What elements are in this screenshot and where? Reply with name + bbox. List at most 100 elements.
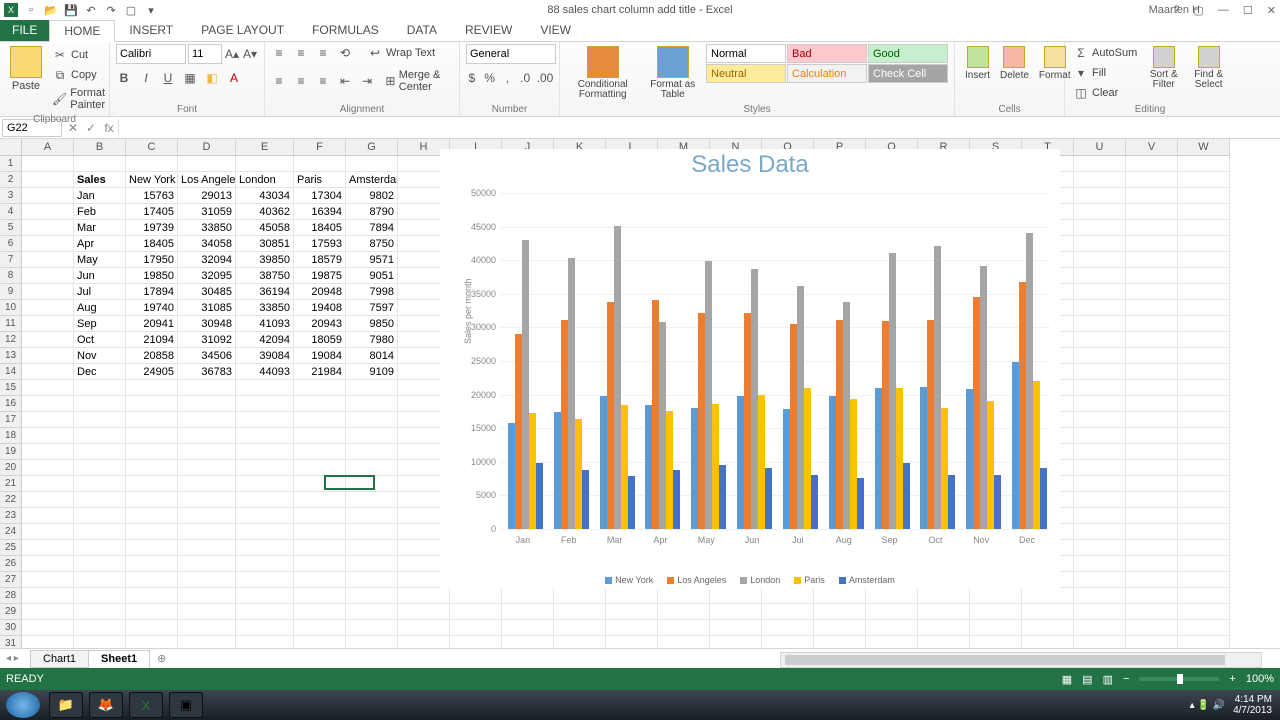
cell[interactable] [814, 588, 866, 604]
cell[interactable]: 9571 [346, 252, 398, 268]
row-header[interactable]: 19 [0, 444, 22, 460]
cell[interactable] [1178, 604, 1230, 620]
cell[interactable] [126, 604, 178, 620]
cell[interactable] [1022, 636, 1074, 648]
cell[interactable] [236, 156, 294, 172]
bar[interactable] [1026, 233, 1033, 529]
cell[interactable] [236, 588, 294, 604]
cell[interactable] [1178, 364, 1230, 380]
chart-title[interactable]: Sales Data [440, 151, 1060, 179]
cell[interactable] [1074, 284, 1126, 300]
undo-icon[interactable]: ↶ [84, 3, 98, 17]
cell[interactable] [22, 428, 74, 444]
cell[interactable] [236, 380, 294, 396]
cell[interactable] [1126, 204, 1178, 220]
bar[interactable] [857, 478, 864, 529]
cell[interactable]: 17593 [294, 236, 346, 252]
cell[interactable]: 17894 [126, 284, 178, 300]
inc-decimal-icon[interactable]: .0 [519, 70, 531, 86]
cell[interactable] [1126, 540, 1178, 556]
cell[interactable] [1178, 380, 1230, 396]
zoom-level[interactable]: 100% [1246, 673, 1274, 685]
bar[interactable] [719, 465, 726, 529]
cell[interactable] [126, 556, 178, 572]
fill-button[interactable]: ▾Fill [1071, 64, 1139, 82]
cell[interactable] [1126, 380, 1178, 396]
cell[interactable] [346, 428, 398, 444]
cell[interactable] [22, 412, 74, 428]
cell[interactable] [554, 620, 606, 636]
cell[interactable]: 32094 [178, 252, 236, 268]
cell[interactable] [1178, 412, 1230, 428]
cell[interactable] [502, 604, 554, 620]
bar[interactable] [836, 320, 843, 529]
cell[interactable] [710, 636, 762, 648]
cell[interactable] [1126, 572, 1178, 588]
cell[interactable] [178, 556, 236, 572]
cell[interactable]: 8014 [346, 348, 398, 364]
align-center-icon[interactable]: ≡ [293, 73, 309, 89]
cell[interactable] [1178, 300, 1230, 316]
cell[interactable]: 17405 [126, 204, 178, 220]
legend-item[interactable]: Los Angeles [667, 575, 726, 585]
indent-dec-icon[interactable]: ⇤ [337, 73, 353, 89]
cell[interactable] [658, 636, 710, 648]
touch-mode-icon[interactable]: ▢ [124, 3, 138, 17]
cell[interactable] [346, 396, 398, 412]
cell[interactable] [178, 572, 236, 588]
bar[interactable] [804, 388, 811, 529]
bar[interactable] [712, 404, 719, 529]
bar[interactable] [980, 266, 987, 529]
cell[interactable] [1178, 476, 1230, 492]
row-header[interactable]: 1 [0, 156, 22, 172]
cell[interactable] [236, 460, 294, 476]
cell[interactable] [450, 636, 502, 648]
cell[interactable] [1074, 236, 1126, 252]
select-all-corner[interactable] [0, 139, 22, 156]
cell[interactable]: Mar [74, 220, 126, 236]
bar[interactable] [536, 463, 543, 529]
bar[interactable] [850, 399, 857, 529]
cell[interactable] [866, 636, 918, 648]
column-header[interactable]: G [346, 139, 398, 156]
cell[interactable] [1178, 492, 1230, 508]
row-header[interactable]: 13 [0, 348, 22, 364]
style-good[interactable]: Good [868, 44, 948, 63]
bar[interactable] [829, 396, 836, 529]
autosum-button[interactable]: ΣAutoSum [1071, 44, 1139, 62]
cell[interactable]: Jun [74, 268, 126, 284]
cell[interactable] [74, 524, 126, 540]
cell[interactable] [236, 540, 294, 556]
cell[interactable] [398, 604, 450, 620]
font-size-input[interactable] [188, 44, 222, 64]
row-header[interactable]: 9 [0, 284, 22, 300]
cell[interactable] [22, 252, 74, 268]
cell[interactable] [814, 636, 866, 648]
cell[interactable]: Nov [74, 348, 126, 364]
cell[interactable] [178, 620, 236, 636]
cell[interactable]: 15763 [126, 188, 178, 204]
bar[interactable] [737, 396, 744, 529]
cell[interactable] [178, 476, 236, 492]
cell[interactable] [22, 172, 74, 188]
paste-button[interactable]: Paste [6, 44, 46, 112]
cell[interactable] [1074, 316, 1126, 332]
cut-button[interactable]: ✂Cut [50, 46, 108, 64]
cell[interactable] [346, 380, 398, 396]
column-header[interactable]: U [1074, 139, 1126, 156]
cell[interactable] [1074, 412, 1126, 428]
cell[interactable] [1126, 268, 1178, 284]
legend-item[interactable]: New York [605, 575, 653, 585]
cell[interactable] [970, 636, 1022, 648]
row-header[interactable]: 20 [0, 460, 22, 476]
cell[interactable] [294, 572, 346, 588]
cell[interactable] [1126, 316, 1178, 332]
cell[interactable] [1074, 604, 1126, 620]
cell[interactable] [236, 556, 294, 572]
cell[interactable]: Sep [74, 316, 126, 332]
column-header[interactable]: W [1178, 139, 1230, 156]
clock-time[interactable]: 4:14 PM [1233, 694, 1272, 705]
cell[interactable] [1126, 444, 1178, 460]
cell[interactable] [606, 620, 658, 636]
bar[interactable] [994, 475, 1001, 529]
